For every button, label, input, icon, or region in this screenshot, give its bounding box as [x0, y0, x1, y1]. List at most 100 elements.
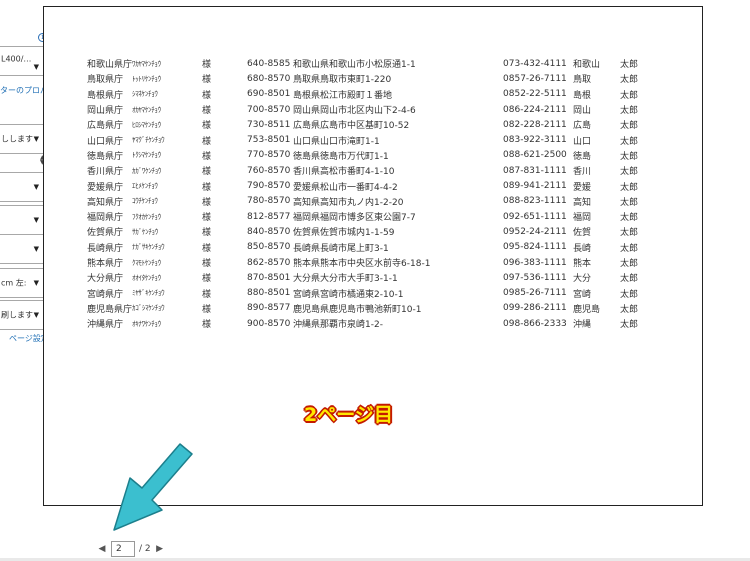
name-cell: 太郎 — [620, 228, 639, 239]
kana-cell: ﾌｸｵｶｹﾝﾁｮｳ — [132, 212, 161, 221]
address-cell: 宮崎県宮崎市橘通東2-10-1 — [293, 289, 404, 300]
chevron-down-icon: ▼ — [33, 279, 39, 287]
name-cell: 太郎 — [620, 75, 639, 86]
name-cell: 太郎 — [620, 213, 639, 224]
honorific-cell: 様 — [202, 182, 212, 193]
zip-cell: 862-8570 — [247, 257, 291, 268]
chevron-down-icon: ▼ — [33, 63, 39, 71]
name-cell: 太郎 — [620, 197, 639, 208]
table-row: 島根県庁 ｼﾏﾈｹﾝﾁｮｳ 様 690-8501 島根県松江市殿町１番地 0852-22-… — [87, 87, 650, 102]
address-cell: 岡山県岡山市北区内山下2-4-6 — [293, 106, 416, 117]
short-name-cell: 香川 — [573, 167, 592, 178]
table-row: 鹿児島県庁 ｶｺﾞｼﾏｹﾝﾁｮｳ 様 890-8577 鹿児島県鹿児島市鴨池新町10-1… — [87, 301, 650, 316]
settings-select-4[interactable]: ▼ — [0, 234, 44, 264]
table-row: 福岡県庁 ﾌｸｵｶｹﾝﾁｮｳ 様 812-8577 福岡県福岡市博多区東公園7-7 092… — [87, 209, 650, 224]
table-row: 徳島県庁 ﾄｸｼﾏｹﾝﾁｮｳ 様 770-8570 徳島県徳島市万代町1-1 088-62… — [87, 148, 650, 163]
printer-select[interactable]: L400/… ▼ — [0, 46, 44, 76]
kana-cell: ｵｵｲﾀｹﾝﾁｮｳ — [132, 273, 161, 282]
kana-cell: ｺｳﾁｹﾝﾁｮｳ — [132, 197, 158, 206]
honorific-cell: 様 — [202, 243, 212, 254]
address-cell: 山口県山口市滝町1-1 — [293, 136, 380, 147]
kana-cell: ﾐﾔｻﾞｷｹﾝﾁｮｳ — [132, 289, 165, 298]
scaling-select[interactable]: 刷します ▼ — [0, 300, 44, 330]
kana-cell: ｸﾏﾓﾄｹﾝﾁｮｳ — [132, 258, 161, 267]
honorific-cell: 様 — [202, 304, 212, 315]
honorific-cell: 様 — [202, 136, 212, 147]
table-row: 沖縄県庁 ｵｷﾅﾜｹﾝﾁｮｳ 様 900-8570 沖縄県那覇市泉崎1-2- 098-86… — [87, 316, 650, 331]
phone-cell: 095-824-1111 — [503, 242, 567, 253]
address-cell: 鳥取県鳥取市東町1-220 — [293, 75, 392, 86]
prefecture-cell: 徳島県庁 — [87, 151, 124, 162]
table-row: 長崎県庁 ﾅｶﾞｻｷｹﾝﾁｮｳ 様 850-8570 長崎県長崎市尾上町3-1 095-8… — [87, 240, 650, 255]
name-cell: 太郎 — [620, 151, 639, 162]
zip-cell: 640-8585 — [247, 58, 291, 69]
honorific-cell: 様 — [202, 228, 212, 239]
short-name-cell: 佐賀 — [573, 228, 592, 239]
prefecture-cell: 岡山県庁 — [87, 106, 124, 117]
prefecture-cell: 山口県庁 — [87, 136, 124, 147]
prefecture-cell: 愛媛県庁 — [87, 182, 124, 193]
print-scope-select[interactable]: しします ▼ — [0, 124, 44, 154]
honorific-cell: 様 — [202, 259, 212, 269]
zip-cell: 840-8570 — [247, 226, 291, 237]
printer-value: L400/… — [1, 54, 32, 64]
prefecture-cell: 香川県庁 — [87, 167, 124, 178]
table-row: 熊本県庁 ｸﾏﾓﾄｹﾝﾁｮｳ 様 862-8570 熊本県熊本市中央区水前寺6-18-1… — [87, 255, 650, 270]
address-cell: 鹿児島県鹿児島市鴨池新町10-1 — [293, 304, 422, 315]
phone-cell: 086-224-2111 — [503, 104, 567, 115]
name-cell: 太郎 — [620, 106, 639, 117]
kana-cell: ｵｶﾔﾏｹﾝﾁｮｳ — [132, 105, 161, 114]
zip-cell: 780-8570 — [247, 196, 291, 207]
phone-cell: 088-823-1111 — [503, 196, 567, 207]
address-cell: 佐賀県佐賀市城内1-1-59 — [293, 228, 395, 239]
prefecture-cell: 長崎県庁 — [87, 243, 124, 254]
prev-page-icon[interactable]: ◀ — [97, 544, 107, 554]
table-row: 広島県庁 ﾋﾛｼﾏｹﾝﾁｮｳ 様 730-8511 広島県広島市中区基町10-52 082… — [87, 117, 650, 132]
margins-select[interactable]: cm 左: ▼ — [0, 268, 44, 298]
table-row: 和歌山県庁 ﾜｶﾔﾏｹﾝﾁｮｳ 様 640-8585 和歌山県和歌山市小松原通1-1 07… — [87, 56, 650, 71]
honorific-cell: 様 — [202, 121, 212, 132]
short-name-cell: 鳥取 — [573, 75, 592, 86]
short-name-cell: 長崎 — [573, 243, 592, 254]
zip-cell: 700-8570 — [247, 104, 291, 115]
name-cell: 太郎 — [620, 121, 639, 132]
kana-cell: ﾜｶﾔﾏｹﾝﾁｮｳ — [132, 59, 161, 68]
prefecture-cell: 広島県庁 — [87, 121, 124, 132]
settings-select-2[interactable]: ▼ — [0, 172, 44, 202]
address-cell: 高知県高知市丸ノ内1-2-20 — [293, 197, 404, 208]
kana-cell: ｼﾏﾈｹﾝﾁｮｳ — [132, 90, 158, 99]
name-cell: 太郎 — [620, 259, 639, 269]
page-navigation: ◀ / 2 ▶ — [97, 540, 165, 558]
chevron-down-icon: ▼ — [33, 245, 39, 253]
table-row: 岡山県庁 ｵｶﾔﾏｹﾝﾁｮｳ 様 700-8570 岡山県岡山市北区内山下2-4-6 08… — [87, 102, 650, 117]
address-cell: 大分県大分市大手町3-1-1 — [293, 274, 398, 285]
current-page-input[interactable] — [111, 541, 135, 557]
kana-cell: ﾅｶﾞｻｷｹﾝﾁｮｳ — [132, 243, 165, 252]
prefecture-cell: 沖縄県庁 — [87, 320, 124, 331]
margins-label: cm 左: — [1, 278, 27, 288]
address-cell: 熊本県熊本市中央区水前寺6-18-1 — [293, 259, 431, 269]
kana-cell: ｴﾋﾒｹﾝﾁｮｳ — [132, 182, 158, 191]
phone-cell: 097-536-1111 — [503, 272, 567, 283]
phone-cell: 0985-26-7111 — [503, 288, 567, 299]
honorific-cell: 様 — [202, 213, 212, 224]
settings-select-3[interactable]: ▼ — [0, 205, 44, 235]
address-cell: 福岡県福岡市博多区東公園7-7 — [293, 213, 416, 224]
table-row: 佐賀県庁 ｻｶﾞｹﾝﾁｮｳ 様 840-8570 佐賀県佐賀市城内1-1-59 0952-… — [87, 224, 650, 239]
name-cell: 太郎 — [620, 274, 639, 285]
honorific-cell: 様 — [202, 197, 212, 208]
prefecture-cell: 大分県庁 — [87, 274, 124, 285]
printer-properties-link[interactable]: ターのプロパティ — [0, 85, 48, 96]
zip-cell: 760-8570 — [247, 165, 291, 176]
chevron-down-icon: ▼ — [33, 135, 39, 143]
honorific-cell: 様 — [202, 60, 212, 71]
phone-cell: 087-831-1111 — [503, 165, 567, 176]
honorific-cell: 様 — [202, 289, 212, 300]
zip-cell: 880-8501 — [247, 288, 291, 299]
next-page-icon[interactable]: ▶ — [155, 544, 165, 554]
address-cell: 島根県松江市殿町１番地 — [293, 90, 393, 101]
zip-cell: 730-8511 — [247, 119, 291, 130]
table-row: 香川県庁 ｶｶﾞﾜｹﾝﾁｮｳ 様 760-8570 香川県高松市番町4-1-10 087-… — [87, 163, 650, 178]
honorific-cell: 様 — [202, 75, 212, 86]
address-cell: 和歌山県和歌山市小松原通1-1 — [293, 60, 416, 71]
